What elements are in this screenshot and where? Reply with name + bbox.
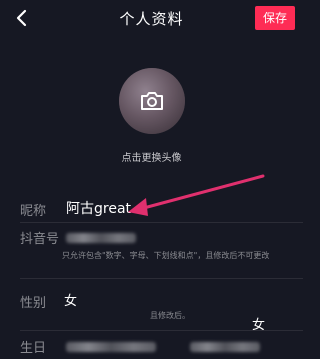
avatar[interactable] bbox=[119, 68, 185, 134]
douyin-id-hint: 只允许包含"数字、字母、下划线和点"，且修改后不可更改 bbox=[62, 251, 270, 260]
nickname-field[interactable]: 阿古great bbox=[66, 198, 131, 218]
birthday-extra-blurred bbox=[190, 342, 260, 352]
divider bbox=[20, 330, 303, 331]
change-avatar-hint[interactable]: 点击更换头像 bbox=[0, 149, 303, 164]
nickname-label: 昵称 bbox=[20, 204, 47, 219]
gender-field[interactable]: 女 bbox=[64, 290, 77, 309]
camera-icon bbox=[141, 92, 163, 110]
top-bar: 个人资料 保存 bbox=[0, 0, 303, 36]
douyin-id-field-blurred[interactable] bbox=[66, 233, 136, 243]
birthday-label: 生日 bbox=[20, 341, 47, 356]
gender-label: 性别 bbox=[20, 296, 47, 311]
divider bbox=[20, 222, 303, 223]
divider bbox=[20, 278, 303, 279]
birthday-field-blurred[interactable] bbox=[66, 342, 156, 352]
douyin-id-label: 抖音号 bbox=[20, 232, 60, 247]
gender-hint: 且修改后。 bbox=[150, 311, 190, 320]
save-button[interactable]: 保存 bbox=[255, 6, 295, 30]
